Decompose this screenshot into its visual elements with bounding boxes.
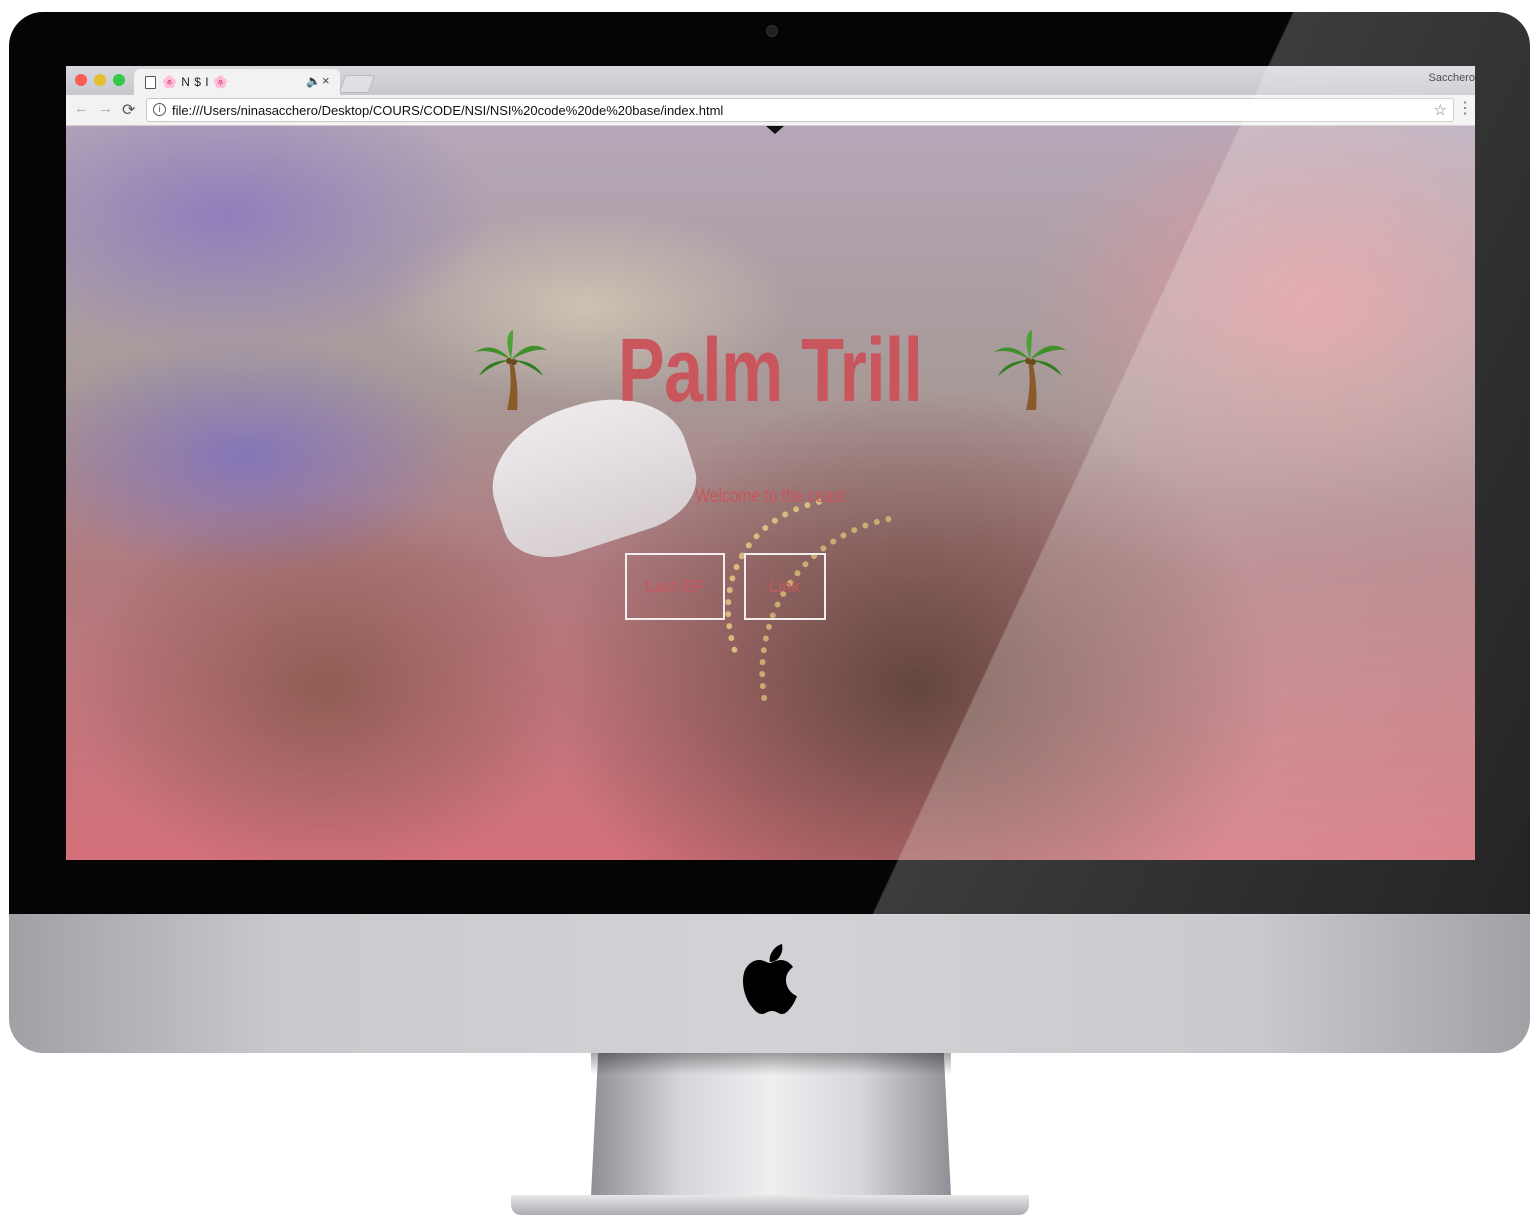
close-tab-icon[interactable]: × (322, 73, 330, 88)
page-title: Palm Trill (618, 321, 923, 421)
apple-logo-icon (742, 944, 797, 1014)
link-button[interactable]: Link (743, 553, 826, 620)
browser-toolbar: ← → ⟳ i file:///Users/ninasacchero/Deskt… (66, 95, 1475, 126)
page-subtitle: Welcome to the coast (695, 486, 846, 507)
page-viewport: Palm Trill Welcome to the coast Last EP … (66, 126, 1475, 860)
back-button[interactable]: ← (74, 100, 89, 117)
last-ep-button[interactable]: Last EP (624, 553, 725, 620)
window-zoom-button[interactable] (113, 74, 125, 86)
window-minimize-button[interactable] (94, 74, 106, 86)
window-close-button[interactable] (75, 74, 87, 86)
url-text[interactable]: file:///Users/ninasacchero/Desktop/COURS… (172, 103, 723, 118)
browser-menu-icon[interactable]: ⋮ (1457, 98, 1473, 118)
imac-stand-base (511, 1195, 1029, 1215)
palm-tree-icon (475, 330, 548, 410)
page-icon (145, 76, 156, 89)
tab-title: 🌸 N $ I 🌸 (162, 75, 229, 89)
bookmark-star-icon[interactable]: ☆ (1434, 101, 1447, 119)
page-notch (766, 126, 784, 134)
forward-button[interactable]: → (98, 100, 113, 117)
hero-section: Palm Trill Welcome to the coast (66, 326, 1475, 508)
audio-icon[interactable]: 🔈 (306, 74, 321, 88)
profile-name[interactable]: Sacchero (1429, 72, 1475, 84)
hero-buttons: Last EP Link (66, 553, 1475, 620)
browser-tab[interactable]: 🌸 N $ I 🌸 🔈 × (134, 69, 340, 95)
info-icon[interactable]: i (153, 103, 166, 116)
imac-stand-shadow (591, 1053, 951, 1075)
reload-button[interactable]: ⟳ (122, 100, 135, 120)
address-bar[interactable]: i file:///Users/ninasacchero/Desktop/COU… (146, 98, 1454, 122)
new-tab-button[interactable] (338, 75, 376, 93)
palm-tree-icon (993, 330, 1066, 410)
camera-icon (766, 25, 778, 37)
hero-title-row: Palm Trill (66, 326, 1475, 416)
screen: 🌸 N $ I 🌸 🔈 × Sacchero ← → ⟳ i file:///U… (66, 66, 1475, 860)
browser-tab-bar: 🌸 N $ I 🌸 🔈 × Sacchero (66, 66, 1475, 95)
